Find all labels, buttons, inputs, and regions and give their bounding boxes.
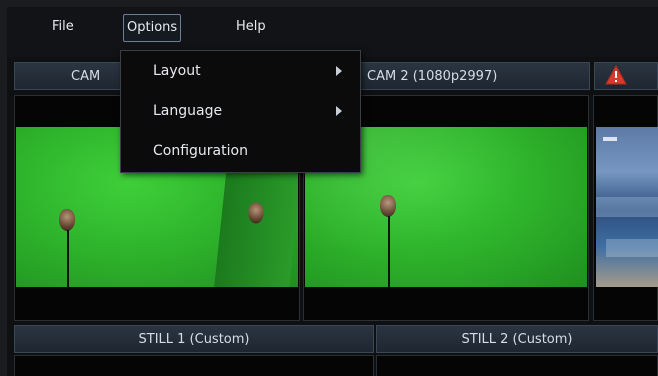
chevron-right-icon [336,106,342,116]
chevron-right-icon [336,66,342,76]
warning-triangle-icon [605,65,627,85]
cam3-video [596,127,658,287]
mannequin-head [59,209,75,231]
menu-item-configuration[interactable]: Configuration [153,137,248,165]
mannequin-head [248,202,264,224]
cam2-label: CAM 2 (1080p2997) [367,69,498,84]
menu-item-configuration-label: Configuration [153,143,248,159]
options-dropdown: Layout Language Configuration [120,50,361,173]
cam1-label: CAM [71,69,101,84]
still1-label: STILL 1 (Custom) [138,332,250,347]
menu-item-language-label: Language [153,103,223,119]
still2-label: STILL 2 (Custom) [461,332,573,347]
still1-bar[interactable]: STILL 1 (Custom) [14,325,374,353]
mannequin-stand [67,230,69,287]
menu-file[interactable]: File [49,14,77,40]
still2-bar[interactable]: STILL 2 (Custom) [376,325,658,353]
menu-item-layout[interactable]: Layout [153,57,201,85]
menu-help[interactable]: Help [233,14,269,40]
still1-preview[interactable] [14,355,374,376]
still2-preview[interactable] [376,355,658,376]
menu-item-language[interactable]: Language [153,97,222,125]
menu-options[interactable]: Options [123,14,182,42]
menu-item-layout-label: Layout [153,63,201,79]
